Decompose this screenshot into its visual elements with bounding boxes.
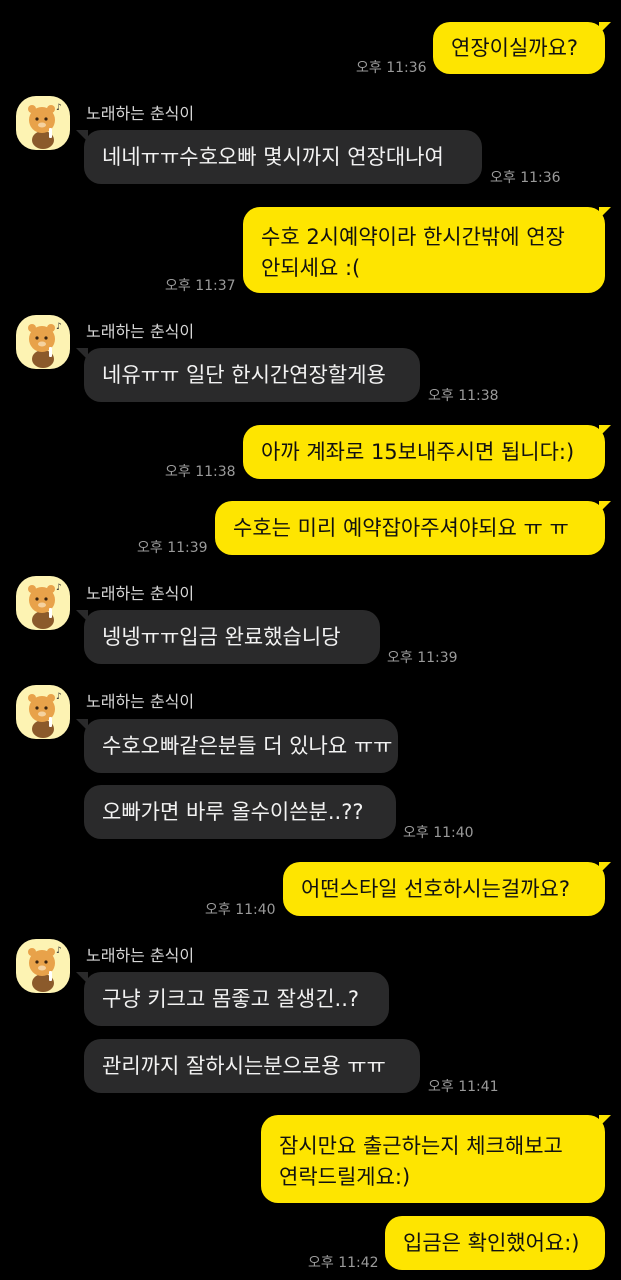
message-time: 오후 11:36 — [356, 60, 427, 76]
outgoing-message-bubble[interactable]: 연장이실까요? — [433, 22, 605, 74]
bubble-tail — [599, 501, 611, 513]
message-time: 오후 11:37 — [165, 278, 236, 294]
choonsik-avatar-icon[interactable]: ♪ — [16, 685, 70, 739]
sender-name: 노래하는 춘식이 — [86, 692, 195, 711]
choonsik-avatar-icon[interactable]: ♪ — [16, 96, 70, 150]
bubble-tail — [599, 22, 611, 34]
bubble-tail — [76, 719, 88, 731]
message-time: 오후 11:40 — [403, 825, 474, 841]
message-time: 오후 11:41 — [428, 1079, 499, 1095]
message-time: 오후 11:42 — [308, 1255, 379, 1271]
outgoing-message-bubble[interactable]: 수호 2시예약이라 한시간밖에 연장 안되세요 :( — [243, 207, 605, 293]
incoming-message-bubble[interactable]: 네네ㅠㅠ수호오빠 몇시까지 연장대나여 — [84, 130, 482, 184]
sender-name: 노래하는 춘식이 — [86, 104, 195, 123]
bubble-tail — [76, 348, 88, 360]
incoming-message-bubble[interactable]: 수호오빠같은분들 더 있나요 ㅠㅠ — [84, 719, 398, 773]
bubble-tail — [599, 425, 611, 437]
sender-name: 노래하는 춘식이 — [86, 322, 195, 341]
bubble-tail — [599, 207, 611, 219]
bubble-tail — [599, 862, 611, 874]
outgoing-message-bubble[interactable]: 수호는 미리 예약잡아주셔야되요 ㅠ ㅠ — [215, 501, 605, 555]
choonsik-avatar-icon[interactable]: ♪ — [16, 315, 70, 369]
incoming-message-bubble[interactable]: 구냥 키크고 몸좋고 잘생긴..? — [84, 972, 389, 1026]
message-time: 오후 11:39 — [387, 650, 458, 666]
outgoing-message-bubble[interactable]: 아까 계좌로 15보내주시면 됩니다:) — [243, 425, 605, 479]
bubble-tail — [76, 610, 88, 622]
svg-text:♪: ♪ — [56, 583, 62, 593]
svg-text:♪: ♪ — [56, 946, 62, 956]
svg-text:♪: ♪ — [56, 103, 62, 113]
outgoing-message-bubble[interactable]: 어떤스타일 선호하시는걸까요? — [283, 862, 605, 916]
incoming-message-bubble[interactable]: 네유ㅠㅠ 일단 한시간연장할게용 — [84, 348, 420, 402]
outgoing-message-bubble[interactable]: 입금은 확인했어요:) — [385, 1216, 605, 1270]
svg-text:♪: ♪ — [56, 322, 62, 332]
choonsik-avatar-icon[interactable]: ♪ — [16, 576, 70, 630]
incoming-message-bubble[interactable]: 오빠가면 바루 올수이쓴분..?? — [84, 785, 396, 839]
sender-name: 노래하는 춘식이 — [86, 946, 195, 965]
message-time: 오후 11:36 — [490, 170, 561, 186]
bubble-tail — [76, 972, 88, 984]
bubble-tail — [76, 130, 88, 142]
chat-screen: 오후 11:36 연장이실까요? ♪ 노래하는 춘식이 네네ㅠㅠ수호오빠 몇시까… — [0, 0, 621, 1280]
svg-text:♪: ♪ — [56, 692, 62, 702]
bubble-tail — [599, 1115, 611, 1127]
message-time: 오후 11:38 — [165, 464, 236, 480]
incoming-message-bubble[interactable]: 관리까지 잘하시는분으로용 ㅠㅠ — [84, 1039, 420, 1093]
choonsik-avatar-icon[interactable]: ♪ — [16, 939, 70, 993]
message-time: 오후 11:38 — [428, 388, 499, 404]
incoming-message-bubble[interactable]: 넹넹ㅠㅠ입금 완료했습니당 — [84, 610, 380, 664]
message-time: 오후 11:39 — [137, 540, 208, 556]
outgoing-message-bubble[interactable]: 잠시만요 출근하는지 체크해보고 연락드릴게요:) — [261, 1115, 605, 1203]
message-time: 오후 11:40 — [205, 902, 276, 918]
sender-name: 노래하는 춘식이 — [86, 584, 195, 603]
